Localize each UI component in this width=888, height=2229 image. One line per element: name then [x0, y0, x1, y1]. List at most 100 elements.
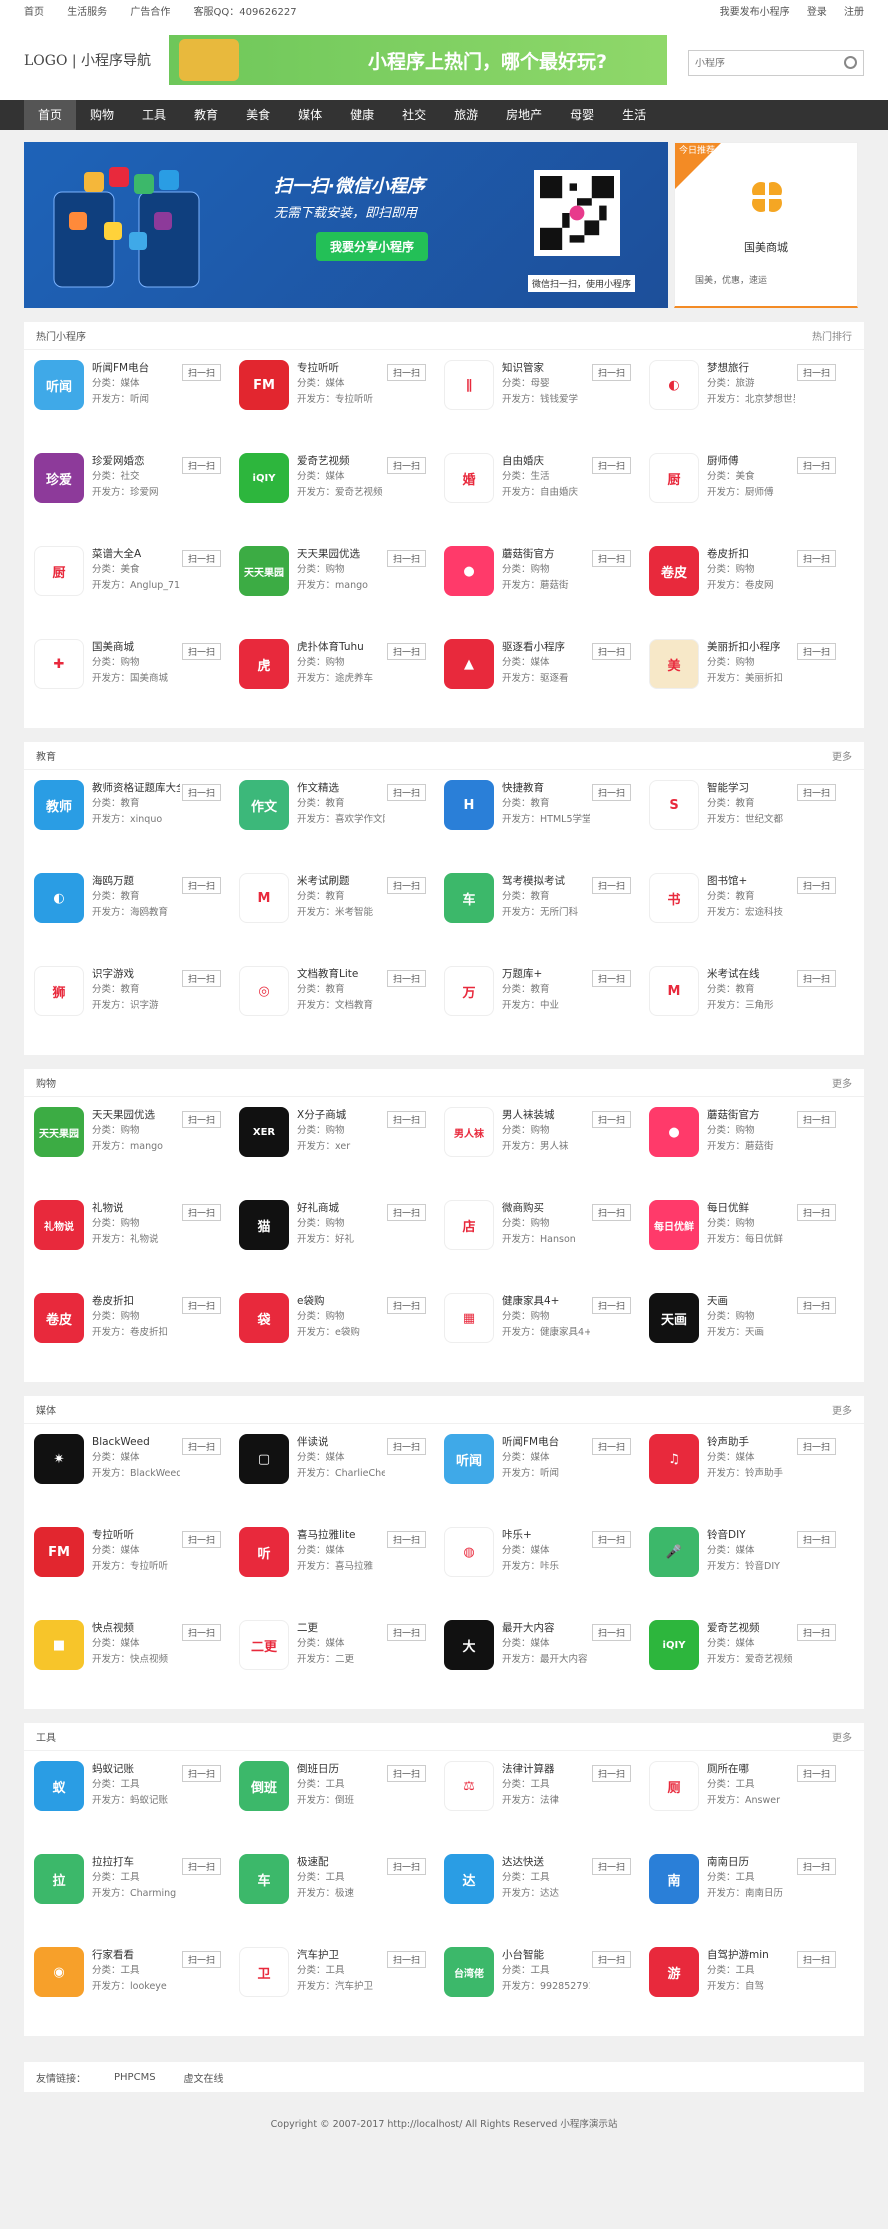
scan-button[interactable]: 扫一扫 [182, 1111, 222, 1128]
app-icon[interactable]: 天天果园 [34, 1107, 84, 1157]
app-card[interactable]: ▲ 驱逐看小程序 分类：媒体 开发方：驱逐看 扫一扫 [444, 629, 649, 722]
scan-button[interactable]: 扫一扫 [182, 643, 222, 660]
app-icon[interactable]: 厨 [649, 453, 699, 503]
app-card[interactable]: 万 万题库+ 分类：教育 开发方：中业 扫一扫 [444, 956, 649, 1049]
top-link-ads[interactable]: 广告合作 [130, 7, 170, 18]
scan-button[interactable]: 扫一扫 [387, 970, 427, 987]
app-card[interactable]: ■ 快点视频 分类：媒体 开发方：快点视频 扫一扫 [34, 1610, 239, 1703]
app-name[interactable]: 厨师傅 [707, 453, 795, 469]
scan-button[interactable]: 扫一扫 [592, 1297, 632, 1314]
app-name[interactable]: 珍爱网婚恋 [92, 453, 180, 469]
scan-button[interactable]: 扫一扫 [387, 784, 427, 801]
submit-link[interactable]: 我要发布小程序 [720, 7, 790, 18]
app-card[interactable]: ● 蘑菇街官方 分类：购物 开发方：蘑菇街 扫一扫 [649, 1097, 854, 1190]
app-icon[interactable]: 天画 [649, 1293, 699, 1343]
app-card[interactable]: 天天果园 天天果园优选 分类：购物 开发方：mango 扫一扫 [239, 536, 444, 629]
scan-button[interactable]: 扫一扫 [387, 1951, 427, 1968]
app-icon[interactable]: 美 [649, 639, 699, 689]
app-card[interactable]: ▦ 健康家具4+ 分类：购物 开发方：健康家具4+ 扫一扫 [444, 1283, 649, 1376]
app-name[interactable]: 作文精选 [297, 780, 385, 796]
app-card[interactable]: 礼物说 礼物说 分类：购物 开发方：礼物说 扫一扫 [34, 1190, 239, 1283]
scan-button[interactable]: 扫一扫 [797, 457, 837, 474]
app-card[interactable]: 卷皮 卷皮折扣 分类：购物 开发方：卷皮网 扫一扫 [649, 536, 854, 629]
scan-button[interactable]: 扫一扫 [797, 970, 837, 987]
app-icon[interactable]: ▲ [444, 639, 494, 689]
app-icon[interactable]: 二更 [239, 1620, 289, 1670]
app-name[interactable]: 汽车护卫 [297, 1947, 385, 1963]
app-icon[interactable]: M [649, 966, 699, 1016]
app-icon[interactable]: ⚖ [444, 1761, 494, 1811]
app-card[interactable]: ◐ 海鸥万题 分类：教育 开发方：海鸥教育 扫一扫 [34, 863, 239, 956]
top-link-home[interactable]: 首页 [24, 7, 44, 18]
app-card[interactable]: XER X分子商城 分类：购物 开发方：xer 扫一扫 [239, 1097, 444, 1190]
app-name[interactable]: 专拉听听 [297, 360, 385, 376]
app-icon[interactable]: 虎 [239, 639, 289, 689]
app-card[interactable]: M 米考试在线 分类：教育 开发方：三角形 扫一扫 [649, 956, 854, 1049]
app-card[interactable]: 狮 识字游戏 分类：教育 开发方：识字游 扫一扫 [34, 956, 239, 1049]
scan-button[interactable]: 扫一扫 [797, 1204, 837, 1221]
app-card[interactable]: 天画 天画 分类：购物 开发方：天画 扫一扫 [649, 1283, 854, 1376]
share-button[interactable]: 我要分享小程序 [316, 232, 429, 261]
app-card[interactable]: 婚 自由婚庆 分类：生活 开发方：自由婚庆 扫一扫 [444, 443, 649, 536]
app-icon[interactable]: 袋 [239, 1293, 289, 1343]
app-name[interactable]: 每日优鲜 [707, 1200, 795, 1216]
app-name[interactable]: 蚂蚁记账 [92, 1761, 180, 1777]
app-name[interactable]: 喜马拉雅lite [297, 1527, 385, 1543]
scan-button[interactable]: 扫一扫 [182, 1951, 222, 1968]
app-name[interactable]: 美丽折扣小程序 [707, 639, 795, 655]
app-icon[interactable]: ▢ [239, 1434, 289, 1484]
app-icon[interactable]: FM [34, 1527, 84, 1577]
app-name[interactable]: 铃音DIY [707, 1527, 795, 1543]
more-link[interactable]: 更多 [832, 748, 852, 763]
app-name[interactable]: e袋购 [297, 1293, 385, 1309]
app-icon[interactable]: 卫 [239, 1947, 289, 1997]
app-icon[interactable]: 听闻 [444, 1434, 494, 1484]
app-card[interactable]: ✚ 国美商城 分类：购物 开发方：国美商城 扫一扫 [34, 629, 239, 722]
app-card[interactable]: 男人袜 男人袜装城 分类：购物 开发方：男人袜 扫一扫 [444, 1097, 649, 1190]
app-name[interactable]: 南南日历 [707, 1854, 795, 1870]
app-card[interactable]: ● 蘑菇街官方 分类：购物 开发方：蘑菇街 扫一扫 [444, 536, 649, 629]
app-name[interactable]: 小台智能 [502, 1947, 590, 1963]
scan-button[interactable]: 扫一扫 [592, 970, 632, 987]
nav-item[interactable]: 工具 [128, 100, 180, 130]
app-card[interactable]: 倒班 倒班日历 分类：工具 开发方：倒班 扫一扫 [239, 1751, 444, 1844]
app-card[interactable]: FM 专拉听听 分类：媒体 开发方：专拉听听 扫一扫 [239, 350, 444, 443]
scan-button[interactable]: 扫一扫 [387, 877, 427, 894]
top-banner[interactable]: 小程序上热门，哪个最好玩? [169, 35, 667, 85]
app-icon[interactable]: iQIY [239, 453, 289, 503]
app-name[interactable]: 自由婚庆 [502, 453, 590, 469]
app-name[interactable]: 爱奇艺视频 [707, 1620, 795, 1636]
app-icon[interactable]: ◐ [649, 360, 699, 410]
app-icon[interactable]: ■ [34, 1620, 84, 1670]
app-card[interactable]: ◎ 文档教育Lite 分类：教育 开发方：文档教育 扫一扫 [239, 956, 444, 1049]
app-icon[interactable]: ♫ [649, 1434, 699, 1484]
app-name[interactable]: 虎扑体育Tuhu [297, 639, 385, 655]
app-icon[interactable]: 游 [649, 1947, 699, 1997]
app-card[interactable]: ◍ 咔乐+ 分类：媒体 开发方：咔乐 扫一扫 [444, 1517, 649, 1610]
app-icon[interactable]: 卷皮 [649, 546, 699, 596]
app-icon[interactable]: 男人袜 [444, 1107, 494, 1157]
app-name[interactable]: 教师资格证题库大全 [92, 780, 180, 796]
app-name[interactable]: 专拉听听 [92, 1527, 180, 1543]
scan-button[interactable]: 扫一扫 [182, 1531, 222, 1548]
app-card[interactable]: FM 专拉听听 分类：媒体 开发方：专拉听听 扫一扫 [34, 1517, 239, 1610]
app-name[interactable]: 菜谱大全A [92, 546, 180, 562]
scan-button[interactable]: 扫一扫 [182, 457, 222, 474]
app-name[interactable]: 礼物说 [92, 1200, 180, 1216]
app-card[interactable]: 美 美丽折扣小程序 分类：购物 开发方：美丽折扣 扫一扫 [649, 629, 854, 722]
app-icon[interactable]: 车 [444, 873, 494, 923]
app-name[interactable]: 知识管家 [502, 360, 590, 376]
app-name[interactable]: 听闻FM电台 [92, 360, 180, 376]
nav-item[interactable]: 房地产 [492, 100, 556, 130]
app-name[interactable]: 健康家具4+ [502, 1293, 590, 1309]
app-icon[interactable]: 听 [239, 1527, 289, 1577]
scan-button[interactable]: 扫一扫 [797, 550, 837, 567]
app-name[interactable]: 快点视频 [92, 1620, 180, 1636]
scan-button[interactable]: 扫一扫 [797, 1438, 837, 1455]
nav-item[interactable]: 生活 [608, 100, 660, 130]
nav-item[interactable]: 旅游 [440, 100, 492, 130]
app-name[interactable]: 卷皮折扣 [707, 546, 795, 562]
app-name[interactable]: 识字游戏 [92, 966, 180, 982]
scan-button[interactable]: 扫一扫 [797, 1111, 837, 1128]
scan-button[interactable]: 扫一扫 [797, 1624, 837, 1641]
